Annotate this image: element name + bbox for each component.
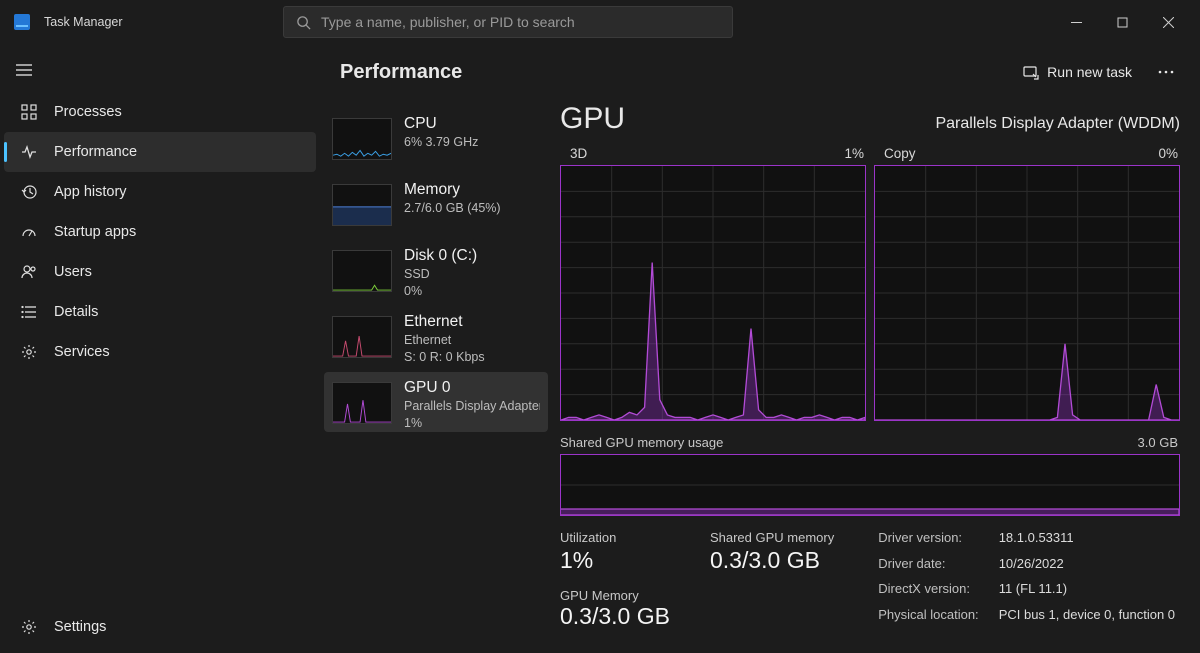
close-button[interactable] xyxy=(1146,6,1192,38)
title-bar: Task Manager xyxy=(0,0,1200,44)
perf-card-memory[interactable]: Memory 2.7/6.0 GB (45%) xyxy=(324,174,548,234)
sidebar-item-app-history[interactable]: App history xyxy=(4,172,316,212)
users-icon xyxy=(20,264,38,280)
pulse-icon xyxy=(20,144,38,160)
sidebar-item-startup-apps[interactable]: Startup apps xyxy=(4,212,316,252)
shared-mem-max: 3.0 GB xyxy=(1138,435,1178,450)
perf-card-gpu[interactable]: GPU 0 Parallels Display Adapter (WDDM) 1… xyxy=(324,372,548,432)
search-icon xyxy=(296,15,311,30)
memory-thumb xyxy=(332,184,392,226)
card-title: Memory xyxy=(404,180,501,200)
card-sub: SSD xyxy=(404,266,477,283)
card-title: Disk 0 (C:) xyxy=(404,246,477,266)
disk-thumb xyxy=(332,250,392,292)
search-box[interactable] xyxy=(283,6,733,38)
sidebar-item-label: Services xyxy=(54,344,110,360)
gpumem-label: GPU Memory xyxy=(560,588,670,603)
card-sub: 6% 3.79 GHz xyxy=(404,134,478,151)
sidebar-item-label: Users xyxy=(54,264,92,280)
sidebar-item-label: Processes xyxy=(54,104,122,120)
sidebar-item-label: Performance xyxy=(54,144,137,160)
shared-value: 0.3/3.0 GB xyxy=(710,547,834,574)
app-title: Task Manager xyxy=(44,15,123,29)
card-title: CPU xyxy=(404,114,478,134)
page-title: Performance xyxy=(340,61,462,84)
sidebar-item-performance[interactable]: Performance xyxy=(4,132,316,172)
util-value: 1% xyxy=(560,547,670,574)
run-task-icon xyxy=(1023,64,1039,80)
gauge-icon xyxy=(20,224,38,240)
gear-icon xyxy=(20,344,38,360)
app-icon xyxy=(14,14,30,30)
cpu-thumb xyxy=(332,118,392,160)
sidebar-item-label: Settings xyxy=(54,619,106,635)
performance-list: CPU 6% 3.79 GHz Memory 2.7/6.0 GB (45%) … xyxy=(320,100,552,653)
sidebar: Processes Performance App history Startu… xyxy=(0,44,320,653)
grid-icon xyxy=(20,104,38,120)
card-sub: Ethernet xyxy=(404,332,485,349)
card-title: Ethernet xyxy=(404,312,485,332)
card-sub2: 1% xyxy=(404,415,540,432)
sidebar-item-processes[interactable]: Processes xyxy=(4,92,316,132)
card-sub: 2.7/6.0 GB (45%) xyxy=(404,200,501,217)
sidebar-item-label: Startup apps xyxy=(54,224,136,240)
card-title: GPU 0 xyxy=(404,378,540,398)
gpu-info: Driver version:18.1.0.53311 Driver date:… xyxy=(878,530,1175,630)
run-new-task-button[interactable]: Run new task xyxy=(1013,58,1142,86)
search-input[interactable] xyxy=(321,14,720,30)
history-icon xyxy=(20,184,38,200)
perf-card-ethernet[interactable]: Ethernet Ethernet S: 0 R: 0 Kbps xyxy=(324,306,548,366)
gpu-thumb xyxy=(332,382,392,424)
chart-shared-mem[interactable] xyxy=(560,454,1180,516)
perf-card-disk[interactable]: Disk 0 (C:) SSD 0% xyxy=(324,240,548,300)
settings-icon xyxy=(20,619,38,635)
adapter-name: Parallels Display Adapter (WDDM) xyxy=(935,115,1180,133)
card-sub: Parallels Display Adapter (WDDM) xyxy=(404,398,540,415)
sidebar-item-label: App history xyxy=(54,184,127,200)
chart-3d-label: 3D xyxy=(570,146,587,161)
util-label: Utilization xyxy=(560,530,670,545)
list-icon xyxy=(20,304,38,320)
perf-card-cpu[interactable]: CPU 6% 3.79 GHz xyxy=(324,108,548,168)
ethernet-thumb xyxy=(332,316,392,358)
detail-title: GPU xyxy=(560,102,625,136)
run-task-label: Run new task xyxy=(1047,64,1132,80)
chart-copy-value: 0% xyxy=(1158,146,1178,161)
more-button[interactable] xyxy=(1146,54,1186,90)
sidebar-item-services[interactable]: Services xyxy=(4,332,316,372)
shared-label: Shared GPU memory xyxy=(710,530,834,545)
maximize-button[interactable] xyxy=(1100,6,1146,38)
chart-3d[interactable] xyxy=(560,165,866,421)
detail-panel: GPU Parallels Display Adapter (WDDM) 3D … xyxy=(552,100,1200,653)
hamburger-button[interactable] xyxy=(2,50,46,90)
chart-copy-label: Copy xyxy=(884,146,916,161)
chart-3d-value: 1% xyxy=(844,146,864,161)
minimize-button[interactable] xyxy=(1054,6,1100,38)
chart-copy[interactable] xyxy=(874,165,1180,421)
shared-mem-label: Shared GPU memory usage xyxy=(560,435,723,450)
sidebar-item-settings[interactable]: Settings xyxy=(4,607,316,647)
gpumem-value: 0.3/3.0 GB xyxy=(560,603,670,630)
sidebar-item-details[interactable]: Details xyxy=(4,292,316,332)
sidebar-item-label: Details xyxy=(54,304,98,320)
sidebar-item-users[interactable]: Users xyxy=(4,252,316,292)
card-sub2: S: 0 R: 0 Kbps xyxy=(404,349,485,366)
card-sub2: 0% xyxy=(404,283,477,300)
